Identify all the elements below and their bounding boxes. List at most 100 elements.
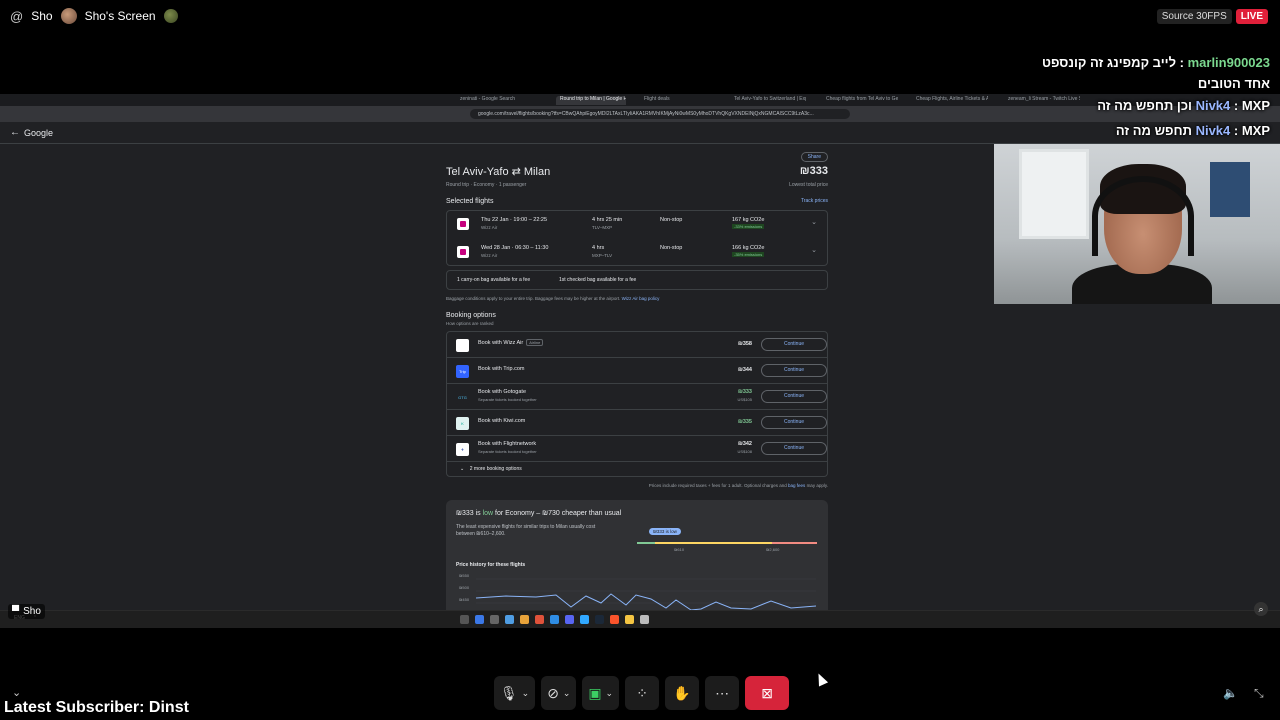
emissions-badge: -35% emissions <box>732 252 765 257</box>
flight-stops: Non-stop <box>660 217 683 223</box>
kiwi-logo: K <box>456 417 469 430</box>
flight-leg[interactable]: Thu 22 Jan · 19:00 – 22:25 Wizz Air 4 hr… <box>447 211 827 239</box>
page-title: Tel Aviv-Yafo ⇄ Milan <box>446 166 551 178</box>
fullscreen-icon[interactable]: ⤡ <box>1254 686 1264 701</box>
range-high-label: ₪2,600 <box>766 547 780 552</box>
app-icon[interactable] <box>610 615 619 624</box>
prices-note: Prices include required taxes + fees for… <box>648 483 828 488</box>
flight-leg[interactable]: Wed 28 Jan · 06:30 – 11:30 Wizz Air 4 hr… <box>447 239 827 267</box>
y-axis-label: ₪450 <box>459 597 470 602</box>
volume-icon[interactable]: 🔈 <box>1223 686 1238 700</box>
airline-tag: Airline <box>526 339 544 346</box>
app-icon[interactable] <box>580 615 589 624</box>
at-icon: @ <box>10 8 24 24</box>
app-icon[interactable] <box>505 615 514 624</box>
browser-tab-active[interactable]: Round trip to Milan | Google Fli... <box>556 96 626 105</box>
trip-info: Round trip · Economy · 1 passenger <box>446 182 527 188</box>
continue-button[interactable]: Continue <box>761 390 827 403</box>
track-prices-toggle[interactable]: Track prices <box>801 198 828 204</box>
stream-top-bar: @ Sho Sho's Screen Source 30FPS LIVE <box>0 0 1280 32</box>
screen-icon: ▀ <box>12 606 20 617</box>
app-icon[interactable] <box>565 615 574 624</box>
option-price: ₪358 <box>737 341 752 347</box>
presenter-label: ▀ Sho <box>8 604 45 619</box>
live-badge: LIVE <box>1235 9 1268 24</box>
host-name[interactable]: Sho <box>31 9 52 23</box>
zoom-icon[interactable]: ⌕ <box>1254 602 1268 616</box>
back-arrow-icon[interactable]: ← <box>10 127 20 138</box>
browser-tab[interactable]: zeneam_li Stream - Twitch Live Streami..… <box>1004 96 1080 105</box>
app-icon[interactable] <box>520 615 529 624</box>
browser-tab[interactable]: Cheap flights from Tel Aviv to Gene... <box>822 96 898 105</box>
selected-flights-heading: Selected flights <box>446 198 494 205</box>
baggage-note-text: Baggage conditions apply to your entire … <box>446 296 621 301</box>
apps-icon[interactable]: ⁘ <box>625 676 660 710</box>
chat-message: אחד הטובים <box>1197 76 1270 91</box>
provider-name: Book with Flightnetwork <box>478 441 537 447</box>
browser-tab[interactable]: zeninati - Google Search <box>456 96 519 105</box>
app-icon[interactable] <box>535 615 544 624</box>
more-icon[interactable]: ⋯ <box>705 676 740 710</box>
airline-name: Wizz Air <box>481 253 498 258</box>
webcam-poster <box>1210 162 1250 217</box>
ranking-info-link[interactable]: How options are ranked <box>446 321 494 326</box>
camera-off-icon[interactable]: ⊘ ⌄ <box>541 676 577 710</box>
passenger-count[interactable]: 1 passenger <box>499 182 527 188</box>
app-icon[interactable] <box>625 615 634 624</box>
address-bar[interactable]: google.com/travel/flights/booking?tfs=CB… <box>470 109 850 119</box>
app-icon[interactable] <box>550 615 559 624</box>
webcam-feed <box>994 144 1280 304</box>
more-options-button[interactable]: ⌄ 2 more booking options <box>460 466 522 472</box>
microphone-icon[interactable]: 🎙 ⌄ <box>494 676 536 710</box>
app-icon[interactable] <box>490 615 499 624</box>
booking-option[interactable]: Book with Wizz Air Airline ₪358 Continue <box>447 332 827 358</box>
app-icon[interactable] <box>460 615 469 624</box>
cabin-class[interactable]: Economy <box>474 182 495 188</box>
browser-tab[interactable]: Tel Aviv-Yafo to Switzerland | Explore <box>730 96 806 105</box>
chevron-down-icon[interactable]: ⌄ <box>811 246 817 254</box>
price-insight-title: ₪333 is low for Economy – ₪730 cheaper t… <box>456 510 622 517</box>
app-icon[interactable] <box>640 615 649 624</box>
option-price-usd: US$105 <box>737 397 752 402</box>
booking-option[interactable]: ✈ Book with Flightnetwork Separate ticke… <box>447 436 827 462</box>
google-logo[interactable]: Google <box>24 128 53 138</box>
chevron-down-icon[interactable]: ⌄ <box>811 218 817 226</box>
mouse-cursor-icon <box>813 671 829 687</box>
booking-option[interactable]: K Book with Kiwi.com ₪335 Continue <box>447 410 827 436</box>
hand-icon[interactable]: ✋ <box>665 676 700 710</box>
continue-button[interactable]: Continue <box>761 442 827 455</box>
end-share-button[interactable]: ⊠ <box>745 676 790 710</box>
provider-note: Separate tickets booked together <box>478 449 537 454</box>
app-icon[interactable] <box>475 615 484 624</box>
chat-message: Nivk4 : MXP תחפש מה זה <box>1115 123 1270 138</box>
flight-stops: Non-stop <box>660 245 683 251</box>
bag-policy-link[interactable]: Wizz Air bag policy <box>622 296 660 301</box>
browser-tab[interactable]: Cheap Flights, Airline Tickets & Airlin.… <box>912 96 988 105</box>
emissions-badge: -33% emissions <box>732 224 765 229</box>
booking-options-heading: Booking options <box>446 312 496 319</box>
continue-button[interactable]: Continue <box>761 416 827 429</box>
chat-message: marlin900023 : לייב קמפינג זה קונספט <box>1042 55 1270 70</box>
provider-name: Book with Wizz Air Airline <box>478 339 544 346</box>
price-insight-desc: The least expensive flights for similar … <box>456 524 596 537</box>
app-icon[interactable] <box>595 615 604 624</box>
flight-duration: 4 hrs 25 min <box>592 217 623 223</box>
selected-flights-card: Thu 22 Jan · 19:00 – 22:25 Wizz Air 4 hr… <box>446 210 828 266</box>
flight-times: Wed 28 Jan · 06:30 – 11:30 <box>481 245 549 251</box>
booking-option[interactable]: Trip Book with Trip.com ₪344 Continue <box>447 358 827 384</box>
browser-tabstrip: zeninati - Google Search Round trip to M… <box>0 94 1280 106</box>
provider-note: Separate tickets booked together <box>478 397 537 402</box>
bag-fees-link[interactable]: bag fees <box>788 483 805 488</box>
continue-button[interactable]: Continue <box>761 338 827 351</box>
lowest-price-label: Lowest total price <box>789 182 828 188</box>
share-button[interactable]: Share <box>800 152 828 162</box>
booking-option[interactable]: GTG Book with Gotogate Separate tickets … <box>447 384 827 410</box>
provider-name: Book with Kiwi.com <box>478 418 526 424</box>
screen-share-icon[interactable]: ▣ ⌄ <box>582 676 620 710</box>
price-range-bar <box>637 542 817 544</box>
chevron-down-icon[interactable]: ⌄ <box>12 686 21 699</box>
trip-type[interactable]: Round trip <box>446 182 469 188</box>
flight-route: MXP–TLV <box>592 253 613 258</box>
browser-tab[interactable]: Flight deals <box>640 96 674 105</box>
continue-button[interactable]: Continue <box>761 364 827 377</box>
